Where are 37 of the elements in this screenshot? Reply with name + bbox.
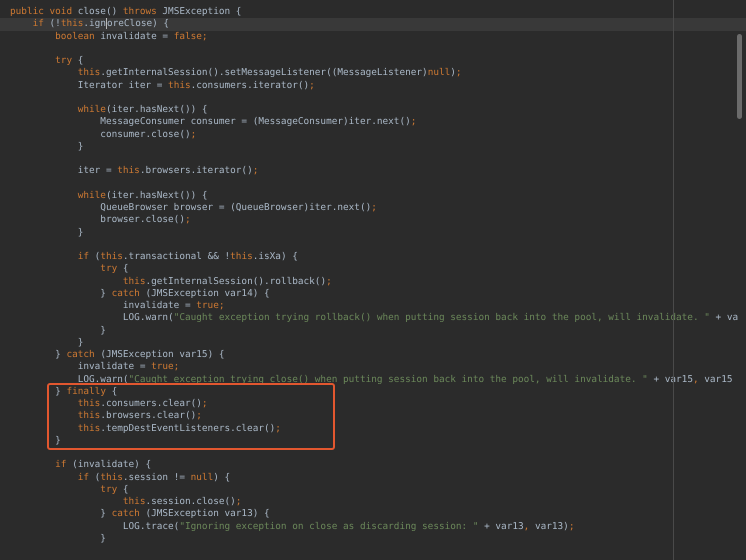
code-line: while(iter.hasNext()) { [76, 104, 209, 116]
code-line: while(iter.hasNext()) { [76, 190, 209, 202]
scrollbar-thumb[interactable] [737, 34, 742, 119]
code-line: } catch (JMSException var15) { [54, 349, 226, 362]
code-line: MessageConsumer consumer = (MessageConsumer)iter.next(); [99, 116, 418, 128]
code-line: iter = this.browsers.iterator(); [76, 165, 260, 178]
code-line: if (invalidate) { [54, 459, 152, 472]
code-line: LOG.warn("Caught exception trying rollback() when putting session back into the pool, will invalidate. " + va [122, 312, 740, 324]
code-line: this.getInternalSession().rollback(); [122, 276, 333, 288]
code-line: if (this.transactional && !this.isXa) { [76, 251, 299, 264]
code-line: } [99, 532, 107, 545]
code-line: invalidate = true; [76, 361, 180, 374]
code-line: QueueBrowser browser = (QueueBrowser)iter.next(); [99, 202, 378, 214]
code-line: this.browsers.clear(); [76, 410, 203, 422]
code-line: consumer.close(); [99, 128, 198, 141]
code-line: this.session.close(); [122, 496, 242, 508]
code-line: } [76, 336, 84, 349]
code-line: invalidate = true; [122, 300, 226, 312]
code-line: try { [54, 55, 84, 68]
code-line: browser.close(); [99, 214, 192, 226]
code-line: boolean invalidate = false; [54, 30, 209, 43]
code-line: public void close() throws JMSException { [9, 6, 242, 18]
code-line: this.getInternalSession().setMessageListener((MessageListener)null); [76, 67, 463, 80]
code-line: this.tempDestEventListeners.clear(); [76, 422, 282, 435]
code-line: } [76, 226, 84, 239]
code-line: } catch (JMSException var14) { [99, 288, 271, 300]
code-line: } [54, 434, 62, 447]
code-line: LOG.trace("Ignoring exception on close as discarding session: " + var13, var13); [122, 520, 576, 533]
code-line: } [76, 140, 84, 153]
code-line: if (this.session != null) { [76, 472, 232, 484]
code-line: try { [99, 484, 130, 496]
code-line: try { [99, 263, 130, 276]
code-line: this.consumers.clear(); [76, 398, 209, 410]
code-line: Iterator iter = this.consumers.iterator(); [76, 80, 316, 92]
code-line: } catch (JMSException var13) { [99, 508, 271, 520]
code-line: } [99, 324, 107, 337]
code-line: } finally { [54, 386, 118, 398]
